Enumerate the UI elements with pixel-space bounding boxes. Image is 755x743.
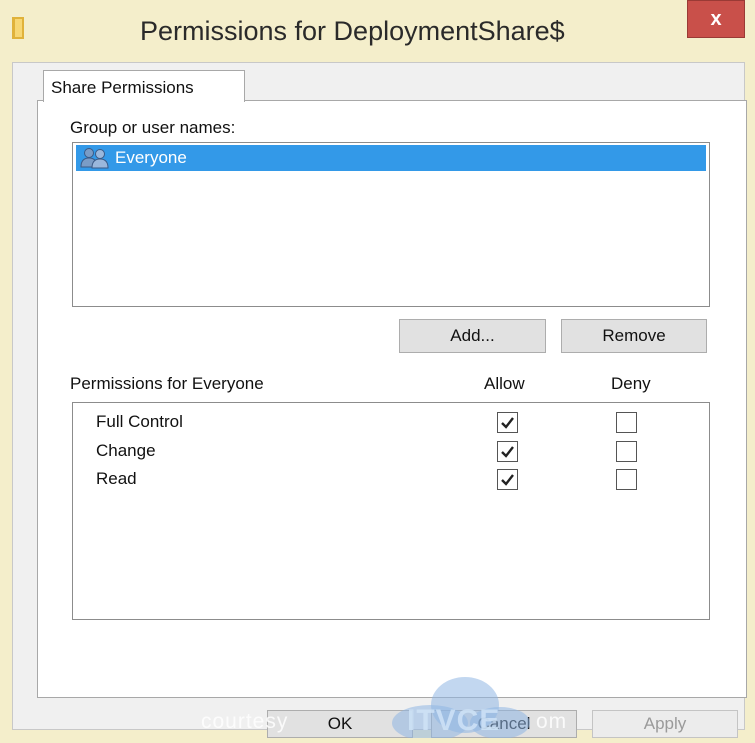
tab-label: Share Permissions — [51, 78, 194, 97]
allow-column-header: Allow — [484, 374, 525, 393]
permissions-label: Permissions for Everyone — [70, 374, 264, 393]
permission-name-read: Read — [96, 469, 137, 488]
window-title: Permissions for DeploymentShare$ — [140, 16, 565, 46]
deny-checkbox-full-control[interactable] — [616, 412, 637, 433]
remove-button[interactable]: Remove — [561, 319, 707, 353]
allow-checkbox-full-control[interactable] — [497, 412, 518, 433]
close-icon: x — [710, 7, 722, 30]
checkmark-icon — [501, 446, 514, 458]
watermark-line1: image — [233, 668, 296, 691]
allow-checkbox-change[interactable] — [497, 441, 518, 462]
tab-share-permissions[interactable]: Share Permissions — [43, 70, 245, 102]
watermark-line2: courtesy — [201, 710, 289, 733]
group-list-label: Group or user names: — [70, 118, 236, 137]
folder-icon — [12, 17, 24, 39]
close-button[interactable]: x — [687, 0, 745, 38]
apply-button[interactable]: Apply — [592, 710, 738, 738]
watermark-brand: ITVCE — [407, 704, 501, 737]
deny-checkbox-read[interactable] — [616, 469, 637, 490]
allow-checkbox-read[interactable] — [497, 469, 518, 490]
list-item-label: Everyone — [115, 148, 187, 167]
users-icon — [79, 147, 113, 169]
add-button[interactable]: Add... — [399, 319, 546, 353]
permission-name-change: Change — [96, 441, 156, 460]
permission-name-full-control: Full Control — [96, 412, 183, 431]
deny-checkbox-change[interactable] — [616, 441, 637, 462]
checkmark-icon — [501, 474, 514, 486]
deny-column-header: Deny — [611, 374, 651, 393]
permissions-list — [72, 402, 710, 620]
checkmark-icon — [501, 417, 514, 429]
watermark-suffix: om — [536, 710, 568, 733]
